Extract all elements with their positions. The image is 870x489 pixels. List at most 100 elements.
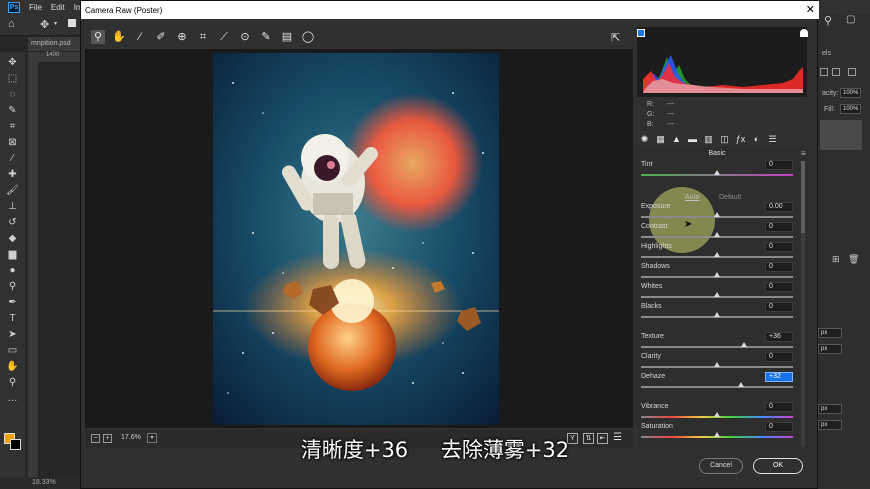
- exposure-slider[interactable]: [641, 212, 793, 218]
- target-adjust-icon[interactable]: ⊕: [175, 30, 189, 44]
- delete-layer-icon[interactable]: 🗑: [848, 254, 859, 265]
- history-brush-icon[interactable]: ↺: [6, 216, 19, 229]
- layer-filter-icon-2[interactable]: [832, 68, 840, 76]
- shadows-value-field[interactable]: 0: [765, 262, 793, 272]
- layer-thumbnail[interactable]: [820, 120, 862, 150]
- eraser-tool-icon[interactable]: ◆: [6, 232, 19, 245]
- open-preferences-icon[interactable]: ⇱: [611, 31, 620, 44]
- highlights-value-field[interactable]: 0: [765, 242, 793, 252]
- highlights-slider[interactable]: [641, 252, 793, 258]
- clarity-slider[interactable]: [641, 362, 793, 368]
- straighten-icon[interactable]: ⟋: [217, 30, 231, 44]
- hand-tool-icon[interactable]: ✋: [6, 360, 19, 373]
- detail-tab-icon[interactable]: ▲: [671, 134, 682, 145]
- texture-value-field[interactable]: +36: [765, 332, 793, 342]
- workspace-icon[interactable]: ▢: [846, 14, 855, 25]
- rectangle-tool-icon[interactable]: ▭: [6, 344, 19, 357]
- brush-tool-icon[interactable]: 🖌: [6, 184, 19, 197]
- split-toning-tab-icon[interactable]: ▥: [703, 134, 714, 145]
- chevron-down-icon[interactable]: ▾: [54, 20, 57, 27]
- lasso-tool-icon[interactable]: ◌: [6, 88, 19, 101]
- move-tool-icon[interactable]: ✥: [40, 18, 49, 31]
- path-select-icon[interactable]: ➤: [6, 328, 19, 341]
- saturation-value-field[interactable]: 0: [765, 422, 793, 432]
- texture-slider-thumb[interactable]: [741, 342, 748, 347]
- whites-value-field[interactable]: 0: [765, 282, 793, 292]
- graduated-filter-icon[interactable]: ▤: [280, 30, 294, 44]
- highlight-clipping-icon[interactable]: [800, 29, 808, 37]
- tint-value-field[interactable]: 0: [765, 160, 793, 170]
- more-tools-icon[interactable]: …: [6, 392, 19, 405]
- radial-filter-icon[interactable]: ◯: [301, 30, 315, 44]
- blacks-value-field[interactable]: 0: [765, 302, 793, 312]
- exposure-slider-thumb[interactable]: [714, 212, 720, 217]
- shadows-slider-thumb[interactable]: [714, 272, 720, 277]
- effects-tab-icon[interactable]: ƒx: [735, 134, 746, 145]
- vibrance-slider[interactable]: [641, 412, 793, 418]
- blacks-slider[interactable]: [641, 312, 793, 318]
- layer-filter-icon[interactable]: [820, 68, 828, 76]
- tint-slider[interactable]: [641, 170, 793, 176]
- gradient-tool-icon[interactable]: ▆: [6, 248, 19, 261]
- dehaze-value-field[interactable]: +32: [765, 372, 793, 382]
- property-field-1[interactable]: px: [818, 328, 842, 338]
- default-button[interactable]: Default: [719, 194, 741, 201]
- color-sampler-icon[interactable]: ✐: [154, 30, 168, 44]
- shadow-clipping-icon[interactable]: [637, 29, 645, 37]
- texture-slider[interactable]: [641, 342, 793, 348]
- search-icon[interactable]: ⚲: [824, 14, 832, 27]
- auto-button[interactable]: Auto: [685, 194, 699, 201]
- fill-field[interactable]: 100%: [840, 104, 862, 114]
- menu-edit[interactable]: Edit: [51, 3, 65, 12]
- whites-slider-thumb[interactable]: [714, 292, 720, 297]
- menu-file[interactable]: File: [29, 3, 42, 12]
- opacity-field[interactable]: 100%: [840, 88, 862, 98]
- vibrance-value-field[interactable]: 0: [765, 402, 793, 412]
- add-layer-icon[interactable]: ⊞: [832, 254, 840, 265]
- eyedropper-tool-icon[interactable]: ⁄: [6, 152, 19, 165]
- home-icon[interactable]: ⌂: [8, 18, 15, 30]
- panel-menu-icon[interactable]: ≡: [801, 149, 806, 158]
- blur-tool-icon[interactable]: ●: [6, 264, 19, 277]
- clarity-value-field[interactable]: 0: [765, 352, 793, 362]
- vibrance-slider-thumb[interactable]: [714, 412, 720, 417]
- zoom-icon[interactable]: ⚲: [91, 30, 105, 44]
- close-icon[interactable]: ✕: [806, 3, 815, 16]
- hsl-tab-icon[interactable]: ▬: [687, 134, 698, 145]
- frame-tool-icon[interactable]: ⊠: [6, 136, 19, 149]
- calibration-tab-icon[interactable]: ◐: [751, 134, 762, 145]
- type-tool-icon[interactable]: T: [6, 312, 19, 325]
- move-tool-icon[interactable]: ✥: [6, 56, 19, 69]
- dehaze-slider[interactable]: [641, 382, 793, 388]
- pen-tool-icon[interactable]: ✒: [6, 296, 19, 309]
- basic-tab-icon[interactable]: ✺: [639, 134, 650, 145]
- red-eye-icon[interactable]: ⊙: [238, 30, 252, 44]
- dodge-tool-icon[interactable]: ⚲: [6, 280, 19, 293]
- layer-filter-icon-3[interactable]: [848, 68, 856, 76]
- hand-icon[interactable]: ✋: [112, 30, 126, 44]
- property-field-2[interactable]: px: [818, 344, 842, 354]
- property-field-4[interactable]: px: [818, 420, 842, 430]
- blacks-slider-thumb[interactable]: [714, 312, 720, 317]
- panel-scrollbar-thumb[interactable]: [801, 161, 805, 233]
- presets-tab-icon[interactable]: ☰: [767, 134, 778, 145]
- quick-select-icon[interactable]: ✎: [6, 104, 19, 117]
- marquee-tool-icon[interactable]: ⬚: [6, 72, 19, 85]
- clarity-slider-thumb[interactable]: [714, 362, 720, 367]
- contrast-slider-thumb[interactable]: [714, 232, 720, 237]
- white-balance-icon[interactable]: ⁄: [133, 30, 147, 44]
- healing-tool-icon[interactable]: ✚: [6, 168, 19, 181]
- dehaze-slider-thumb[interactable]: [738, 382, 745, 387]
- document-tab[interactable]: mnpition.psd: [28, 37, 82, 51]
- shadows-slider[interactable]: [641, 272, 793, 278]
- zoom-tool-icon[interactable]: ⚲: [6, 376, 19, 389]
- tone-curve-tab-icon[interactable]: ▦: [655, 134, 666, 145]
- whites-slider[interactable]: [641, 292, 793, 298]
- image-preview[interactable]: [85, 49, 633, 428]
- highlights-slider-thumb[interactable]: [714, 252, 720, 257]
- property-field-3[interactable]: px: [818, 404, 842, 414]
- brush-icon[interactable]: ✎: [259, 30, 273, 44]
- auto-select-checkbox[interactable]: [68, 19, 76, 27]
- exposure-value-field[interactable]: 0.00: [765, 202, 793, 212]
- contrast-slider[interactable]: [641, 232, 793, 238]
